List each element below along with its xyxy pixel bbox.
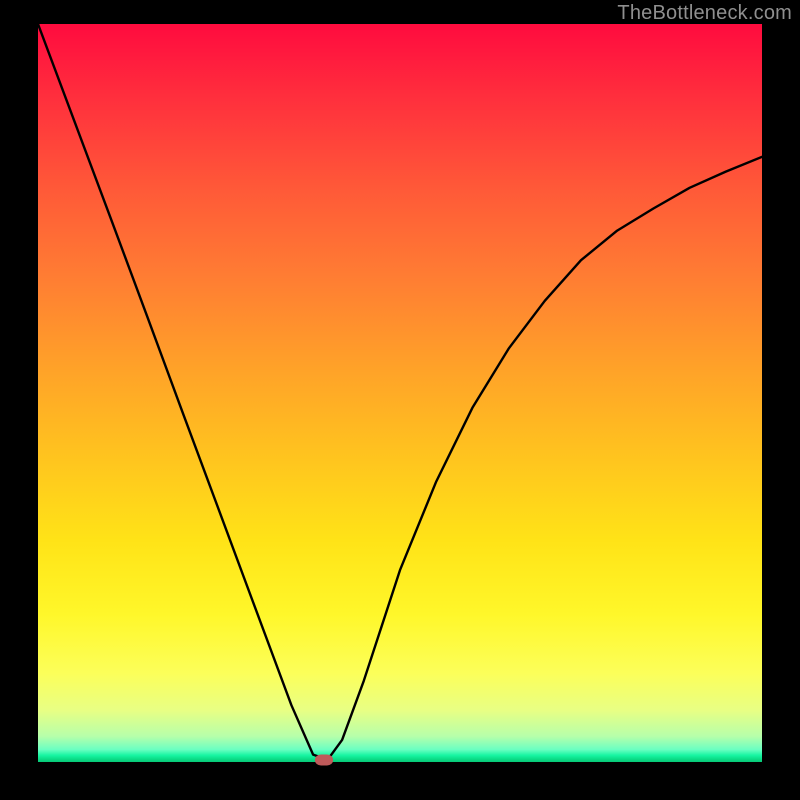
chart-frame: TheBottleneck.com (0, 0, 800, 800)
watermark-text: TheBottleneck.com (617, 2, 792, 25)
plot-area (38, 24, 762, 762)
bottleneck-curve (38, 24, 762, 760)
curve-svg (38, 24, 762, 762)
min-marker (315, 755, 333, 766)
